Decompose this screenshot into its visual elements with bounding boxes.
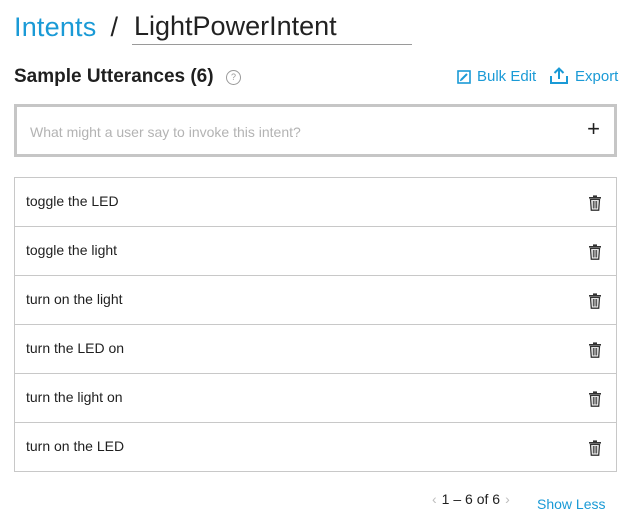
intents-link[interactable]: Intents [14,12,96,43]
plus-icon: + [587,116,600,141]
utterance-list: toggle the LED toggle the light turn on … [14,177,617,472]
trash-icon[interactable] [588,195,602,211]
utterance-text: turn the light on [26,389,123,405]
breadcrumb: Intents / [14,8,122,46]
list-item[interactable]: turn the light on [15,374,616,423]
list-item[interactable]: turn on the LED [15,423,616,471]
utterance-input[interactable] [28,107,562,156]
list-item[interactable]: toggle the light [15,227,616,276]
list-item[interactable]: turn on the light [15,276,616,325]
trash-icon[interactable] [588,342,602,358]
utterance-text: turn the LED on [26,340,125,356]
chevron-right-icon[interactable]: › [505,491,510,507]
pagination: ‹ 1 – 6 of 6 › [432,491,510,507]
intent-name-field[interactable] [132,8,412,45]
help-icon[interactable]: ? [226,70,241,85]
utterance-text: turn on the LED [26,438,125,454]
bulk-edit-button[interactable]: Bulk Edit [457,68,536,85]
trash-icon[interactable] [588,293,602,309]
chevron-left-icon[interactable]: ‹ [432,491,437,507]
utterance-text: turn on the light [26,291,123,307]
bulk-edit-icon [457,69,471,84]
utterance-text: toggle the LED [26,193,119,209]
list-item[interactable]: turn the LED on [15,325,616,374]
utterance-input-box: + [14,104,617,157]
show-less-link[interactable]: Show Less [537,496,605,512]
breadcrumb-separator: / [110,11,118,42]
list-item[interactable]: toggle the LED [15,178,616,227]
trash-icon[interactable] [588,440,602,456]
utterance-text: toggle the light [26,242,118,258]
export-icon [550,67,568,84]
trash-icon[interactable] [588,391,602,407]
page-range: 1 – 6 of 6 [441,491,501,507]
trash-icon[interactable] [588,244,602,260]
section-title: Sample Utterances (6) [14,66,214,87]
export-button[interactable]: Export [549,67,618,85]
add-utterance-button[interactable]: + [587,118,600,140]
export-label: Export [575,67,619,85]
bulk-edit-label: Bulk Edit [477,68,537,85]
